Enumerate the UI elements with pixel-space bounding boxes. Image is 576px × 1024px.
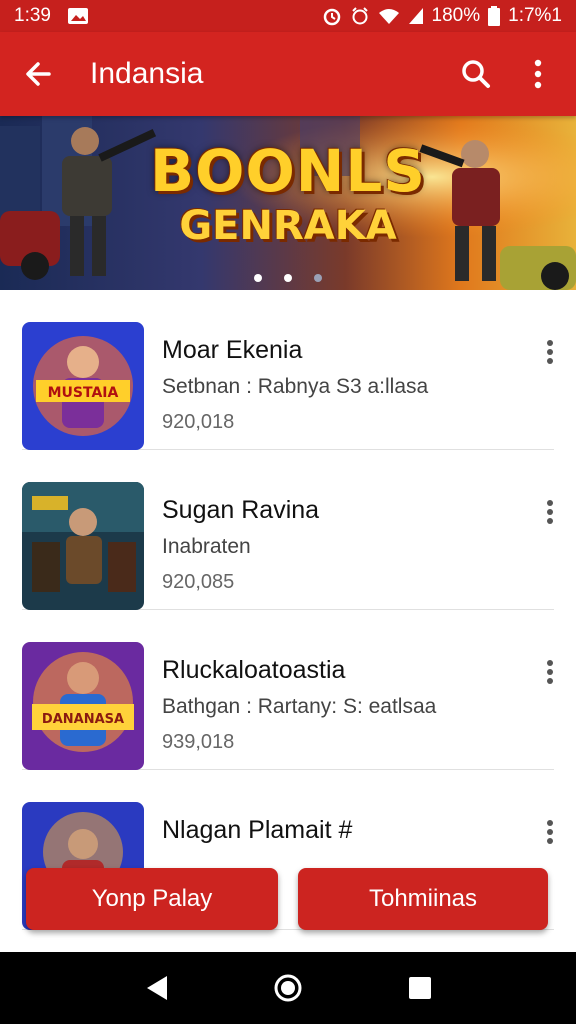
home-circle-icon [274, 974, 302, 1002]
search-button[interactable] [452, 50, 500, 98]
item-menu-button[interactable] [532, 814, 568, 850]
list-item-subtitle: Setbnan : Rabnya S3 a:llasa [162, 375, 429, 398]
item-menu-button[interactable] [532, 494, 568, 530]
carousel-indicator [0, 274, 576, 282]
recents-square-icon [409, 977, 431, 999]
photo-notification-icon [67, 7, 89, 25]
list-item[interactable]: MUSTAIA Moar Ekenia Setbnan : Rabnya S3 … [22, 290, 554, 450]
search-icon [462, 60, 490, 88]
app-list: MUSTAIA Moar Ekenia Setbnan : Rabnya S3 … [0, 290, 576, 930]
secondary-action-button[interactable]: Tohmiinas [298, 868, 548, 930]
promo-banner[interactable]: BOONLS GENRAKA [0, 116, 576, 290]
svg-text:DANANASA: DANANASA [42, 712, 124, 727]
app-bar: Indansia [0, 32, 576, 116]
app-thumbnail [22, 482, 144, 610]
wifi-icon [378, 7, 400, 25]
list-item-count: 920,085 [162, 571, 235, 593]
item-menu-button[interactable] [532, 654, 568, 690]
list-item[interactable]: Sugan Ravina Inabraten 920,085 [22, 450, 554, 610]
nav-home-button[interactable] [264, 964, 312, 1012]
signal-icon [408, 7, 424, 25]
back-arrow-icon [26, 62, 51, 86]
banner-title: BOONLS GENRAKA [0, 142, 576, 246]
banner-title-line2: GENRAKA [179, 203, 397, 249]
primary-action-button[interactable]: Yonp Palay [26, 868, 278, 930]
page-title: Indansia [90, 57, 204, 90]
svg-text:MUSTAIA: MUSTAIA [48, 385, 119, 401]
list-item-subtitle: Bathgan : Rartany: S: eatlsaa [162, 695, 437, 718]
more-vert-icon [534, 59, 542, 89]
carousel-dot[interactable] [314, 274, 322, 282]
overflow-menu-button[interactable] [514, 50, 562, 98]
more-vert-icon [547, 820, 553, 844]
list-item-count: 920,018 [162, 411, 235, 433]
app-thumbnail: MUSTAIA [22, 322, 144, 450]
list-item-count: 939,018 [162, 731, 235, 753]
status-right-time: 1:7%1 [508, 5, 562, 26]
banner-title-line1: BOONLS [149, 137, 427, 205]
status-time: 1:39 [14, 5, 51, 26]
more-vert-icon [547, 500, 553, 524]
nav-recents-button[interactable] [396, 964, 444, 1012]
list-item-title: Sugan Ravina [162, 496, 320, 524]
battery-icon [488, 6, 501, 26]
app-thumbnail: DANANASA [22, 642, 144, 770]
carousel-dot-active[interactable] [284, 274, 292, 282]
back-button[interactable] [14, 50, 62, 98]
status-bar: 1:39 180% 1:7%1 [0, 0, 576, 32]
carousel-dot[interactable] [254, 274, 262, 282]
item-menu-button[interactable] [532, 334, 568, 370]
list-item[interactable]: DANANASA Rluckaloatoastia Bathgan : Rart… [22, 610, 554, 770]
alarm-clock-icon [350, 6, 370, 26]
nav-back-button[interactable] [132, 964, 180, 1012]
alarm-icon [322, 6, 342, 26]
list-item-subtitle: Inabraten [162, 535, 251, 558]
more-vert-icon [547, 660, 553, 684]
list-item-title: Moar Ekenia [162, 336, 303, 364]
system-nav-bar [0, 952, 576, 1024]
list-item-title: Nlagan Plamait # [162, 816, 353, 844]
list-item-title: Rluckaloatoastia [162, 656, 346, 684]
more-vert-icon [547, 340, 553, 364]
back-triangle-icon [147, 976, 167, 1000]
battery-percent: 180% [431, 5, 481, 26]
